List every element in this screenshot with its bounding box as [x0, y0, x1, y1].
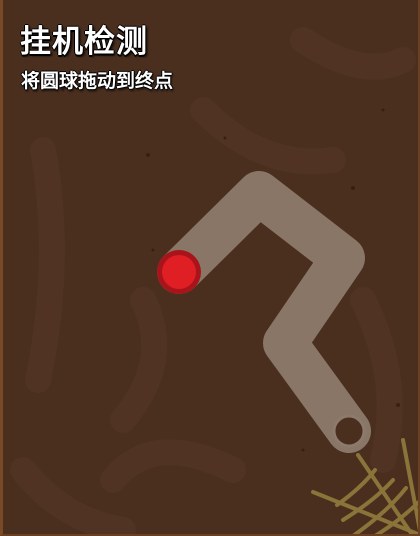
drag-track-path [157, 171, 371, 453]
instruction-text: 将圆球拖动到终点 [21, 70, 174, 92]
goal-hole [332, 414, 366, 448]
page-title: 挂机检测 [20, 24, 148, 60]
game-panel: 挂机检测 将圆球拖动到终点 [0, 0, 420, 536]
spider-web-icon [311, 438, 418, 534]
drag-ball[interactable] [157, 250, 201, 294]
